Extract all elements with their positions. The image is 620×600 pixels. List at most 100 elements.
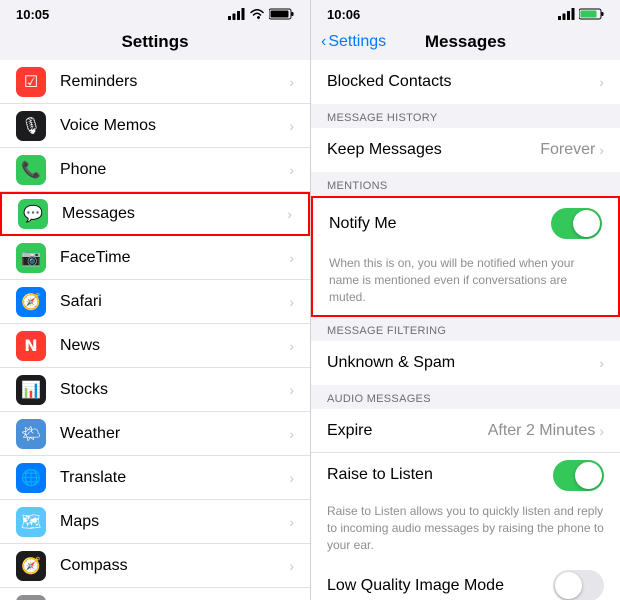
messages-label: Messages [62,205,287,223]
raise-to-listen-toggle[interactable] [553,460,604,491]
raise-knob [575,462,602,489]
safari-chevron: › [289,294,294,310]
expire-value: After 2 Minutes [488,422,596,440]
settings-item-compass[interactable]: 🧭 Compass › [0,544,310,588]
expire-item[interactable]: Expire After 2 Minutes › [311,409,620,453]
settings-item-facetime[interactable]: 📷 FaceTime › [0,236,310,280]
phone-label: Phone [60,161,289,179]
low-quality-knob [555,572,582,599]
compass-label: Compass [60,557,289,575]
right-time: 10:06 [327,7,360,22]
voice-memos-icon: 🎙 [16,111,46,141]
notify-me-label: Notify Me [329,215,551,233]
maps-icon: 🗺 [16,507,46,537]
reminders-chevron: › [289,74,294,90]
weather-chevron: › [289,426,294,442]
unknown-spam-item[interactable]: Unknown & Spam › [311,341,620,385]
compass-chevron: › [289,558,294,574]
right-header: ‹ Settings Messages [311,28,620,60]
settings-item-safari[interactable]: 🧭 Safari › [0,280,310,324]
keep-messages-item[interactable]: Keep Messages Forever › [311,128,620,172]
settings-item-stocks[interactable]: 📊 Stocks › [0,368,310,412]
raise-to-listen-item[interactable]: Raise to Listen [311,453,620,497]
settings-item-voice-memos[interactable]: 🎙 Voice Memos › [0,104,310,148]
expire-chevron: › [599,423,604,439]
expire-label: Expire [327,422,488,440]
reminders-icon: ☑ [16,67,46,97]
voice-memos-label: Voice Memos [60,117,289,135]
safari-label: Safari [60,293,289,311]
mentions-box: Notify Me When this is on, you will be n… [311,196,620,317]
settings-item-measure[interactable]: 📐 Measure › [0,588,310,600]
notify-me-subtitle: When this is on, you will be notified wh… [313,249,618,315]
audio-messages-header: AUDIO MESSAGES [311,385,620,409]
weather-icon: 🌤 [16,419,46,449]
unknown-spam-label: Unknown & Spam [327,354,599,372]
right-status-icons [558,8,604,20]
blocked-contacts-item[interactable]: Blocked Contacts › [311,60,620,104]
compass-icon: 🧭 [16,551,46,581]
voice-memos-chevron: › [289,118,294,134]
facetime-icon: 📷 [16,243,46,273]
blocked-contacts-label: Blocked Contacts [327,73,599,91]
keep-messages-label: Keep Messages [327,141,540,159]
keep-messages-card: Keep Messages Forever › [311,128,620,172]
phone-chevron: › [289,162,294,178]
low-quality-item[interactable]: Low Quality Image Mode [311,564,620,600]
blocked-contacts-chevron: › [599,74,604,90]
facetime-chevron: › [289,250,294,266]
right-panel: 10:06 ‹ Settings Messages Blocked [310,0,620,600]
right-battery-icon [579,8,604,20]
settings-item-translate[interactable]: 🌐 Translate › [0,456,310,500]
left-status-bar: 10:05 [0,0,310,28]
maps-label: Maps [60,513,289,531]
settings-item-news[interactable]: 𝗡 News › [0,324,310,368]
right-screen-title: Messages [425,32,506,52]
blocked-contacts-card: Blocked Contacts › [311,60,620,104]
right-signal-icon [558,8,575,20]
notify-me-toggle[interactable] [551,208,602,239]
settings-item-reminders[interactable]: ☑ Reminders › [0,60,310,104]
unknown-spam-card: Unknown & Spam › [311,341,620,385]
low-quality-card: Low Quality Image Mode When this is on, … [311,564,620,600]
low-quality-toggle[interactable] [553,570,604,600]
audio-messages-card: Expire After 2 Minutes › Raise to Listen… [311,409,620,563]
left-screen-title: Settings [0,28,310,60]
back-label: Settings [328,33,386,51]
left-panel: 10:05 Settings ☑ [0,0,310,600]
news-icon: 𝗡 [16,331,46,361]
settings-item-maps[interactable]: 🗺 Maps › [0,500,310,544]
right-content: Blocked Contacts › MESSAGE HISTORY Keep … [311,60,620,600]
settings-item-messages[interactable]: 💬 Messages › [0,192,310,236]
left-status-icons [228,8,294,20]
stocks-label: Stocks [60,381,289,399]
news-label: News [60,337,289,355]
keep-messages-chevron: › [599,142,604,158]
settings-item-weather[interactable]: 🌤 Weather › [0,412,310,456]
translate-chevron: › [289,470,294,486]
raise-to-listen-subtitle: Raise to Listen allows you to quickly li… [311,497,620,563]
keep-messages-value: Forever [540,141,595,159]
unknown-spam-chevron: › [599,355,604,371]
settings-item-phone[interactable]: 📞 Phone › [0,148,310,192]
left-time: 10:05 [16,7,49,22]
message-filtering-header: MESSAGE FILTERING [311,317,620,341]
notify-me-item[interactable]: Notify Me [313,198,618,249]
wifi-icon [249,8,265,20]
messages-chevron: › [287,206,292,222]
news-chevron: › [289,338,294,354]
mentions-header: MENTIONS [311,172,620,196]
facetime-label: FaceTime [60,249,289,267]
weather-label: Weather [60,425,289,443]
toggle-knob [573,210,600,237]
phone-icon: 📞 [16,155,46,185]
messages-icon: 💬 [18,199,48,229]
safari-icon: 🧭 [16,287,46,317]
back-button[interactable]: ‹ Settings [321,33,386,51]
stocks-icon: 📊 [16,375,46,405]
maps-chevron: › [289,514,294,530]
chevron-left-icon: ‹ [321,33,326,51]
battery-icon [269,8,294,20]
settings-list: ☑ Reminders › 🎙 Voice Memos › 📞 Phone › … [0,60,310,600]
measure-icon: 📐 [16,595,46,600]
